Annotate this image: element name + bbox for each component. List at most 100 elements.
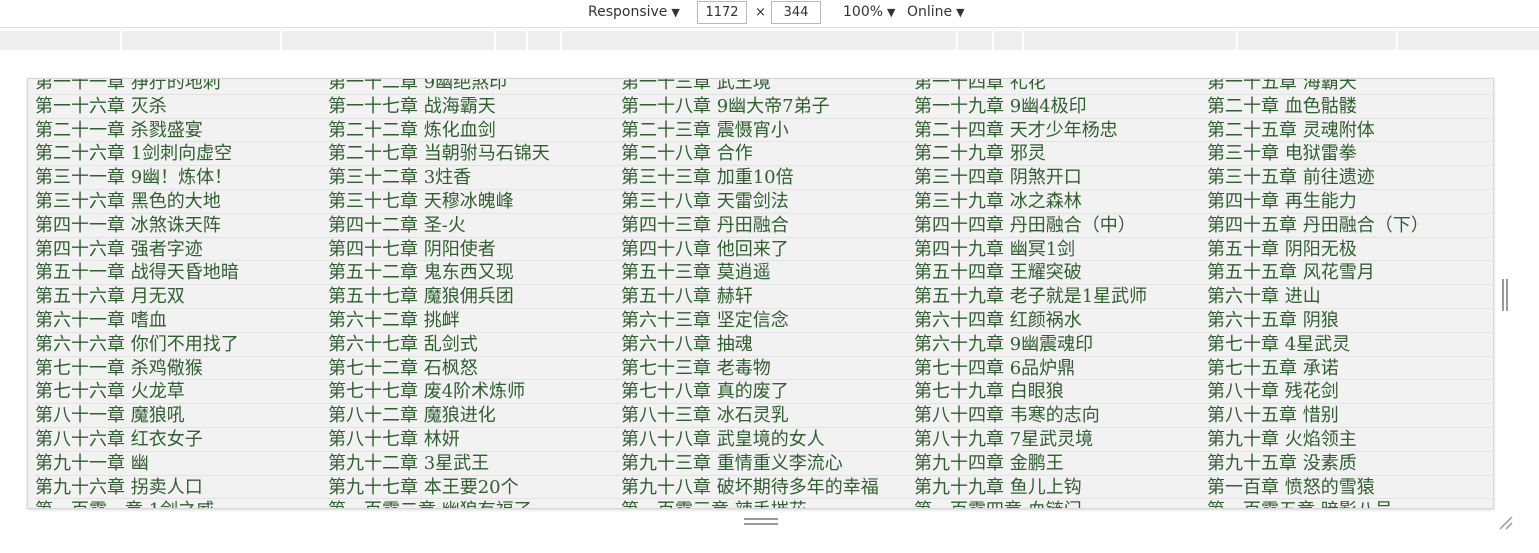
chapter-link[interactable]: 第三十三章 加重10倍: [621, 166, 914, 190]
chapter-link[interactable]: 第六十四章 红颜祸水: [914, 309, 1207, 333]
chapter-link[interactable]: 第七十六章 火龙草: [35, 380, 328, 405]
media-query-segment[interactable]: [0, 31, 122, 50]
chapter-link[interactable]: 第五十三章 莫逍遥: [621, 261, 914, 286]
media-query-segment[interactable]: [528, 31, 562, 50]
chapter-link[interactable]: 第六十三章 坚定信念: [621, 309, 914, 333]
chapter-link[interactable]: 第七十八章 真的废了: [621, 380, 914, 405]
chapter-link[interactable]: 第一十九章 9幽4极印: [914, 95, 1207, 119]
chapter-link[interactable]: 第七十四章 6品炉鼎: [914, 357, 1207, 381]
media-query-segment[interactable]: [994, 31, 1024, 50]
chapter-link[interactable]: 第一百零三章 辣手摧花: [621, 499, 914, 508]
chapter-link[interactable]: 第四十八章 他回来了: [621, 238, 914, 262]
chapter-link[interactable]: 第四十七章 阴阳使者: [328, 238, 621, 262]
chapter-link[interactable]: 第六十五章 阴狼: [1207, 309, 1493, 333]
chapter-link[interactable]: 第五十五章 风花雪月: [1207, 261, 1493, 286]
media-query-segment[interactable]: [1398, 31, 1539, 50]
chapter-link[interactable]: 第五十八章 赫轩: [621, 285, 914, 309]
zoom-selector[interactable]: 100% ▼: [843, 4, 896, 20]
chapter-link[interactable]: 第八十七章 林妍: [328, 428, 621, 452]
chapter-link[interactable]: 第八十八章 武皇境的女人: [621, 428, 914, 452]
chapter-link[interactable]: 第七十五章 承诺: [1207, 357, 1493, 381]
chapter-link[interactable]: 第九十章 火焰领主: [1207, 428, 1493, 452]
chapter-link[interactable]: 第八十章 残花剑: [1207, 380, 1493, 405]
chapter-link[interactable]: 第九十三章 重情重义李流心: [621, 452, 914, 476]
chapter-link[interactable]: 第五十一章 战得天昏地暗: [35, 261, 328, 286]
chapter-link[interactable]: 第四十三章 丹田融合: [621, 214, 914, 238]
chapter-link[interactable]: 第六十九章 9幽震魂印: [914, 333, 1207, 357]
chapter-link[interactable]: 第七十二章 石枫怒: [328, 357, 621, 381]
chapter-link[interactable]: 第八十一章 魔狼吼: [35, 404, 328, 428]
chapter-link[interactable]: 第三十五章 前往遗迹: [1207, 166, 1493, 190]
media-query-segment[interactable]: [1238, 31, 1398, 50]
chapter-link[interactable]: 第三十六章 黑色的大地: [35, 190, 328, 214]
chapter-link[interactable]: 第四十九章 幽冥1剑: [914, 238, 1207, 262]
chapter-link[interactable]: 第二十二章 炼化血剑: [328, 119, 621, 143]
chapter-link[interactable]: 第八十二章 魔狼进化: [328, 404, 621, 428]
chapter-link[interactable]: 第一十五章 海霸天: [1207, 79, 1493, 95]
chapter-link[interactable]: 第二十六章 1剑刺向虚空: [35, 142, 328, 167]
chapter-link[interactable]: 第九十二章 3星武王: [328, 452, 621, 476]
chapter-link[interactable]: 第三十四章 阴煞开口: [914, 166, 1207, 190]
chapter-link[interactable]: 第九十八章 破坏期待多年的幸福: [621, 476, 914, 500]
chapter-link[interactable]: 第二十九章 邪灵: [914, 142, 1207, 167]
chapter-link[interactable]: 第三十九章 冰之森林: [914, 190, 1207, 214]
chapter-link[interactable]: 第六十六章 你们不用找了: [35, 333, 328, 357]
network-throttle-selector[interactable]: Online ▼: [907, 4, 965, 20]
chapter-link[interactable]: 第三十八章 天雷剑法: [621, 190, 914, 214]
chapter-link[interactable]: 第四十章 再生能力: [1207, 190, 1493, 214]
chapter-link[interactable]: 第九十五章 没素质: [1207, 452, 1493, 476]
chapter-link[interactable]: 第六十七章 乱剑式: [328, 333, 621, 357]
chapter-link[interactable]: 第二十四章 天才少年杨忠: [914, 119, 1207, 143]
chapter-link[interactable]: 第八十九章 7星武灵境: [914, 428, 1207, 452]
width-resize-handle[interactable]: [1502, 279, 1508, 311]
chapter-link[interactable]: 第二十五章 灵魂附体: [1207, 119, 1493, 143]
chapter-link[interactable]: 第九十九章 鱼儿上钩: [914, 476, 1207, 500]
chapter-link[interactable]: 第五十四章 王耀突破: [914, 261, 1207, 286]
chapter-link[interactable]: 第四十一章 冰煞诛天阵: [35, 214, 328, 238]
chapter-link[interactable]: 第一十一章 狰狞的地刺: [35, 79, 328, 95]
chapter-link[interactable]: 第七十章 4星武灵: [1207, 333, 1493, 357]
chapter-link[interactable]: 第八十六章 红衣女子: [35, 428, 328, 452]
media-query-segment[interactable]: [1024, 31, 1238, 50]
chapter-link[interactable]: 第八十五章 惜别: [1207, 404, 1493, 428]
chapter-link[interactable]: 第八十四章 韦寒的志向: [914, 404, 1207, 428]
chapter-link[interactable]: 第一十二章 9幽绝煞印: [328, 79, 621, 95]
media-query-segment[interactable]: [496, 31, 528, 50]
chapter-link[interactable]: 第九十七章 本王要20个: [328, 476, 621, 500]
chapter-link[interactable]: 第七十三章 老毒物: [621, 357, 914, 381]
media-query-segment[interactable]: [562, 31, 958, 50]
chapter-link[interactable]: 第一十三章 武王境: [621, 79, 914, 95]
chapter-link[interactable]: 第三十章 电狱雷拳: [1207, 142, 1493, 167]
chapter-link[interactable]: 第九十一章 幽: [35, 452, 328, 476]
chapter-link[interactable]: 第八十三章 冰石灵乳: [621, 404, 914, 428]
chapter-link[interactable]: 第四十五章 丹田融合（下）: [1207, 214, 1493, 238]
chapter-link[interactable]: 第一百零二章 幽狼有福了: [328, 499, 621, 508]
media-query-segment[interactable]: [958, 31, 994, 50]
chapter-link[interactable]: 第七十九章 白眼狼: [914, 380, 1207, 405]
chapter-link[interactable]: 第五十七章 魔狼佣兵团: [328, 285, 621, 309]
chapter-link[interactable]: 第一百零一章 1剑之威: [35, 499, 328, 508]
chapter-link[interactable]: 第三十二章 3炷香: [328, 166, 621, 190]
chapter-link[interactable]: 第六十章 进山: [1207, 285, 1493, 309]
chapter-link[interactable]: 第九十四章 金鹏王: [914, 452, 1207, 476]
chapter-link[interactable]: 第一十七章 战海霸天: [328, 95, 621, 119]
viewport-width-input[interactable]: [697, 1, 747, 24]
corner-resize-handle-icon[interactable]: [1498, 515, 1514, 530]
chapter-link[interactable]: 第四十六章 强者字迹: [35, 238, 328, 262]
media-query-segment[interactable]: [122, 31, 282, 50]
chapter-link[interactable]: 第一百章 愤怒的雪猿: [1207, 476, 1493, 500]
chapter-link[interactable]: 第六十二章 挑衅: [328, 309, 621, 333]
chapter-link[interactable]: 第二十一章 杀戮盛宴: [35, 119, 328, 143]
viewport-height-input[interactable]: [771, 1, 821, 24]
chapter-link[interactable]: 第一十四章 礼花: [914, 79, 1207, 95]
chapter-link[interactable]: 第二十八章 合作: [621, 142, 914, 167]
media-query-segment[interactable]: [282, 31, 496, 50]
chapter-link[interactable]: 第二十三章 震慑宵小: [621, 119, 914, 143]
chapter-link[interactable]: 第九十六章 拐卖人口: [35, 476, 328, 500]
chapter-link[interactable]: 第二十章 血色骷髅: [1207, 95, 1493, 119]
height-resize-handle[interactable]: [744, 518, 778, 525]
chapter-link[interactable]: 第一百零四章 血链门: [914, 499, 1207, 508]
chapter-link[interactable]: 第一百零五章 暗影八号: [1207, 499, 1493, 508]
chapter-link[interactable]: 第一十六章 灭杀: [35, 95, 328, 119]
chapter-link[interactable]: 第四十四章 丹田融合（中）: [914, 214, 1207, 238]
